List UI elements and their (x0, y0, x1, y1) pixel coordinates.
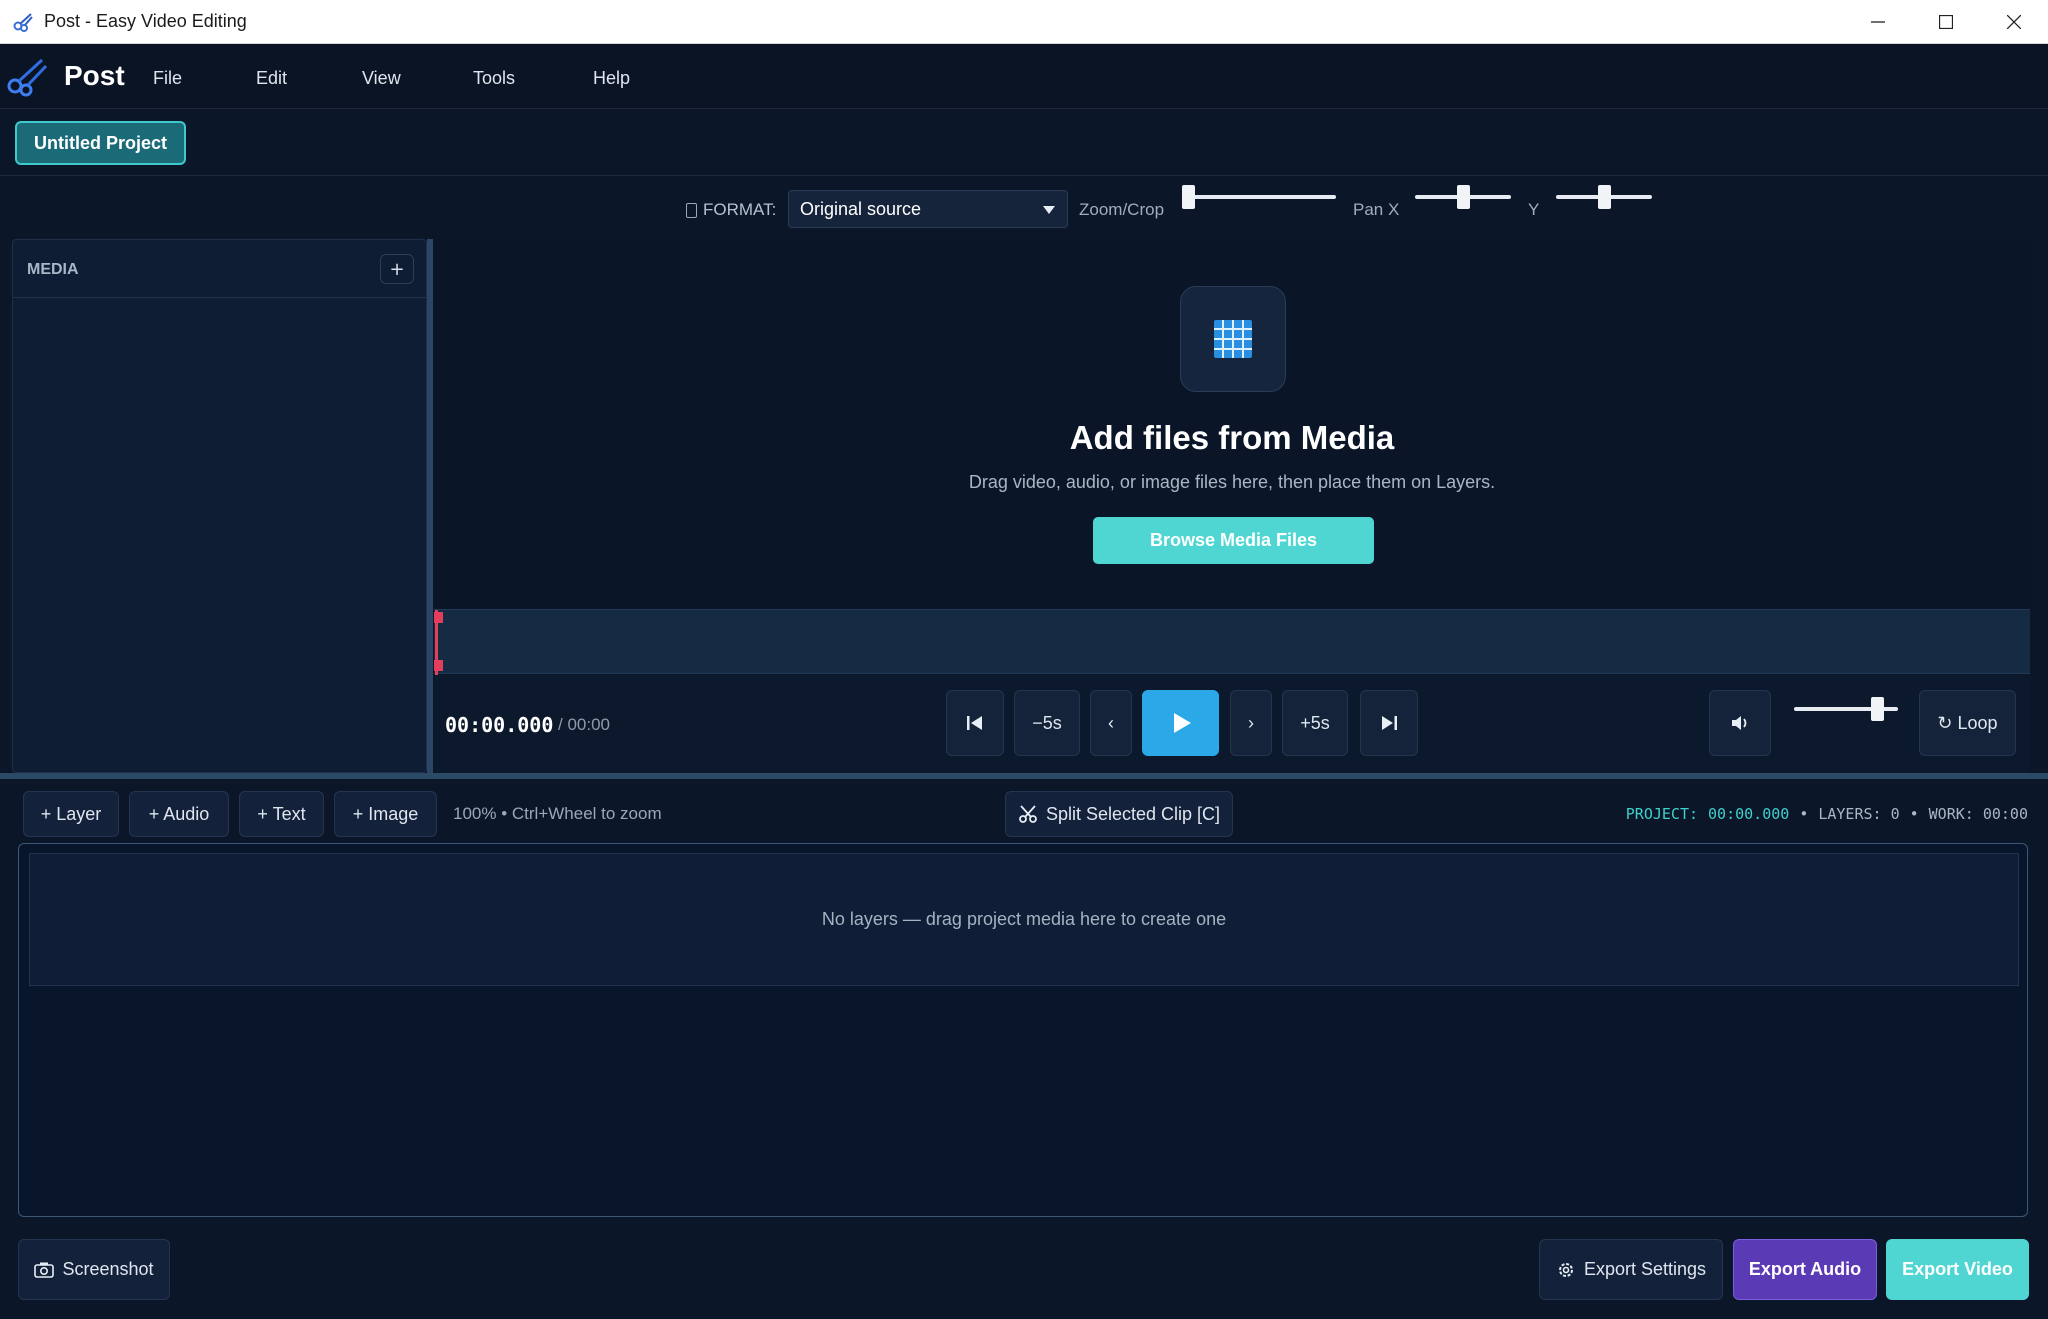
project-bar: Untitled Project (0, 110, 2048, 176)
format-label-text: FORMAT: (703, 200, 777, 219)
timeline-status: PROJECT: 00:00.000 • LAYERS: 0 • WORK: 0… (1626, 805, 2028, 823)
split-clip-label: Split Selected Clip [C] (1045, 803, 1221, 824)
gear-icon (1558, 1262, 1573, 1277)
pan-x-label: Pan X (1353, 200, 1400, 219)
menu-edit[interactable]: Edit (256, 68, 287, 89)
next-frame-button[interactable]: › (1230, 690, 1272, 756)
minimize-icon (1871, 21, 1885, 23)
media-panel-header: MEDIA + (13, 240, 426, 298)
format-checkbox[interactable] (686, 202, 697, 218)
status-separator: • (1909, 805, 1919, 823)
add-audio-button[interactable]: + Audio (129, 791, 229, 837)
pan-x-thumb[interactable] (1457, 185, 1470, 209)
work-time: WORK: 00:00 (1928, 805, 2028, 823)
menu-tools[interactable]: Tools (473, 68, 515, 89)
format-select[interactable]: Original source (788, 190, 1068, 228)
preview-area[interactable]: Add files from Media Drag video, audio, … (434, 239, 2030, 609)
pan-y-slider[interactable] (1556, 185, 1652, 209)
export-settings-button[interactable]: Export Settings (1539, 1239, 1723, 1300)
screenshot-label: Screenshot (62, 1259, 154, 1279)
media-panel-title: MEDIA (27, 261, 79, 278)
zoom-crop-track (1182, 195, 1336, 199)
timeline-scrubber[interactable] (434, 609, 2030, 675)
add-image-button[interactable]: + Image (334, 791, 437, 837)
mute-button[interactable] (1709, 690, 1771, 756)
maximize-icon (1939, 15, 1953, 29)
scissors-icon (1019, 805, 1037, 823)
preview-title: Add files from Media (1069, 419, 1395, 456)
layers-count: LAYERS: 0 (1818, 805, 1900, 823)
app-icon (13, 12, 33, 32)
speaker-icon (1732, 716, 1747, 730)
brand-logo-icon (7, 58, 48, 97)
screenshot-button[interactable]: Screenshot (18, 1239, 170, 1300)
layers-area[interactable]: No layers — drag project media here to c… (18, 843, 2028, 1217)
zoom-crop-slider[interactable] (1182, 185, 1336, 209)
play-icon (1173, 713, 1191, 733)
pan-y-thumb[interactable] (1598, 185, 1611, 209)
menu-view[interactable]: View (362, 68, 401, 89)
project-name-button[interactable]: Untitled Project (15, 121, 186, 165)
menu-bar: Post File Edit View Tools Help (0, 44, 2048, 109)
panel-resize-handle[interactable] (427, 239, 433, 773)
zoom-crop-thumb[interactable] (1182, 185, 1195, 209)
split-clip-button[interactable]: Split Selected Clip [C] (1005, 791, 1233, 837)
skip-start-icon (967, 716, 982, 730)
window-titlebar: Post - Easy Video Editing (0, 0, 2048, 44)
format-select-value: Original source (800, 198, 922, 219)
menu-help[interactable]: Help (593, 68, 630, 89)
close-button[interactable] (1980, 0, 2048, 44)
skip-end-icon (1382, 716, 1397, 730)
export-audio-button[interactable]: Export Audio (1733, 1239, 1877, 1300)
empty-layers-dropzone[interactable]: No layers — drag project media here to c… (29, 853, 2019, 986)
grid-icon (1214, 320, 1252, 358)
play-button[interactable] (1142, 690, 1219, 756)
prev-frame-button[interactable]: ‹ (1090, 690, 1132, 756)
current-timecode: 00:00.000 (445, 713, 554, 737)
pan-y-label: Y (1528, 200, 1540, 219)
forward-5s-button[interactable]: +5s (1282, 690, 1348, 756)
jump-to-end-button[interactable] (1360, 690, 1418, 756)
brand-name: Post (64, 60, 125, 91)
add-media-button[interactable]: + (380, 254, 414, 284)
camera-icon (34, 1262, 55, 1278)
format-bar: FORMAT: Original source Zoom/Crop Pan X … (0, 177, 2048, 237)
project-status-label: PROJECT: (1625, 805, 1699, 823)
layers-toolbar: + Layer + Audio + Text + Image 100% • Ct… (0, 779, 2048, 844)
minimize-button[interactable] (1844, 0, 1912, 44)
status-separator: • (1799, 805, 1809, 823)
project-status-time: 00:00.000 (1708, 805, 1790, 823)
footer-bar: Screenshot Export Settings Export Audio … (0, 1221, 2048, 1319)
back-5s-button[interactable]: −5s (1014, 690, 1080, 756)
maximize-button[interactable] (1912, 0, 1980, 44)
preview-icon-box (1180, 286, 1286, 392)
media-panel: MEDIA + (12, 239, 427, 773)
format-label: FORMAT: (686, 200, 776, 220)
volume-thumb[interactable] (1871, 697, 1884, 721)
window-title: Post - Easy Video Editing (44, 11, 247, 31)
export-settings-label: Export Settings (1583, 1259, 1707, 1279)
menu-file[interactable]: File (153, 68, 182, 89)
transport-bar: 00:00.000 / 00:00 −5s ‹ › +5s ↻ Loop (434, 675, 2030, 773)
preview-subtitle: Drag video, audio, or image files here, … (968, 472, 1496, 492)
playhead-top-marker (434, 612, 443, 623)
playhead-bottom-marker (434, 660, 443, 671)
export-video-button[interactable]: Export Video (1886, 1239, 2029, 1300)
volume-slider[interactable] (1794, 697, 1898, 721)
pan-x-slider[interactable] (1415, 185, 1511, 209)
total-duration: / 00:00 (558, 715, 610, 734)
browse-media-button[interactable]: Browse Media Files (1093, 517, 1374, 564)
chevron-down-icon (1043, 206, 1055, 214)
add-text-button[interactable]: + Text (239, 791, 324, 837)
timeline-zoom-hint: 100% • Ctrl+Wheel to zoom (453, 804, 662, 823)
close-icon (2007, 15, 2021, 29)
add-layer-button[interactable]: + Layer (23, 791, 119, 837)
zoom-crop-label: Zoom/Crop (1079, 200, 1165, 219)
loop-button[interactable]: ↻ Loop (1919, 690, 2016, 756)
jump-to-start-button[interactable] (946, 690, 1004, 756)
